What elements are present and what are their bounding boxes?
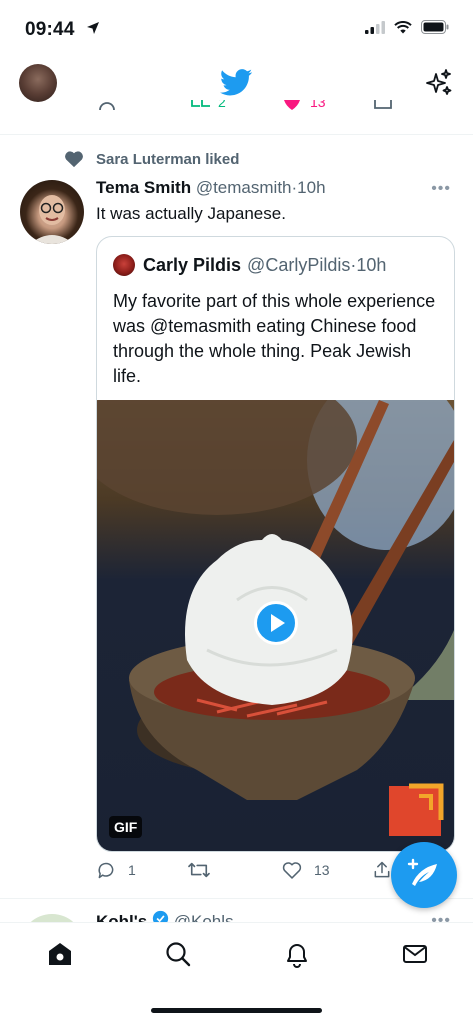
tweet-author: Tema Smith @temasmith·10h: [96, 178, 326, 198]
compose-feather-icon: [407, 858, 437, 886]
like-count: 13: [314, 862, 330, 878]
compose-tweet-button[interactable]: [391, 842, 457, 908]
status-icons: [365, 20, 449, 39]
search-icon[interactable]: [164, 940, 192, 973]
status-bar: 09:44: [0, 0, 473, 58]
previous-tweet-actions: 2 13: [0, 100, 473, 120]
status-time: 09:44: [25, 19, 75, 40]
previous-like-count: 13: [310, 100, 326, 110]
social-context[interactable]: Sara Luterman liked: [64, 150, 239, 168]
tweet-divider: [0, 134, 473, 135]
twitter-bird-icon[interactable]: [219, 69, 253, 101]
gif-media[interactable]: GIF: [97, 400, 454, 851]
tweet-text: It was actually Japanese.: [96, 204, 286, 223]
verified-badge-icon: [152, 910, 174, 922]
wifi-icon: [394, 20, 412, 39]
retweet-icon: [188, 862, 210, 878]
social-context-text: Sara Luterman liked: [96, 150, 240, 168]
share-icon: [374, 861, 390, 878]
quoted-tweet-text: My favorite part of this whole experienc…: [113, 291, 436, 386]
play-button[interactable]: [254, 601, 298, 645]
tweet-author-name[interactable]: Tema Smith: [96, 178, 191, 197]
quoted-author-handle: @CarlyPildis: [247, 254, 351, 275]
like-button[interactable]: 13: [282, 860, 330, 880]
next-tweet-handle: @Kohls: [173, 912, 234, 922]
quoted-time: 10h: [356, 254, 387, 275]
messages-envelope-icon[interactable]: [401, 940, 429, 973]
quoted-tweet[interactable]: Carly Pildis @CarlyPildis · 10h My favorit…: [96, 236, 455, 852]
reply-button[interactable]: 1: [96, 860, 136, 880]
reply-count: 1: [128, 862, 136, 878]
quoted-tweet-header: Carly Pildis @CarlyPildis · 10h: [113, 254, 386, 276]
sparkle-icon[interactable]: [425, 69, 453, 102]
retweet-button[interactable]: [188, 860, 222, 880]
heart-icon: [282, 862, 302, 879]
quoted-author-avatar: [113, 254, 135, 276]
gif-badge: GIF: [109, 816, 143, 838]
profile-avatar-button[interactable]: [19, 64, 57, 102]
next-tweet-name: Kohl's: [96, 912, 148, 922]
home-icon[interactable]: [46, 940, 74, 973]
battery-icon: [421, 20, 449, 39]
next-tweet-avatar: [20, 914, 84, 922]
tweet-author-avatar[interactable]: [20, 180, 84, 244]
notifications-bell-icon[interactable]: [283, 940, 311, 973]
cellular-signal-icon: [365, 20, 385, 39]
home-indicator: [151, 1008, 322, 1013]
reply-icon: [98, 862, 114, 879]
next-tweet-more-button[interactable]: •••: [431, 912, 451, 922]
tweet-author-handle[interactable]: @temasmith: [196, 178, 292, 197]
previous-retweet-count: 2: [218, 100, 226, 110]
location-arrow-icon: [86, 21, 100, 40]
quoted-author-name: Carly Pildis: [143, 254, 242, 275]
tweet-time[interactable]: 10h: [297, 178, 325, 197]
next-tweet-author: Kohl's @Kohls: [96, 910, 234, 922]
tweet-more-button[interactable]: •••: [431, 180, 451, 198]
